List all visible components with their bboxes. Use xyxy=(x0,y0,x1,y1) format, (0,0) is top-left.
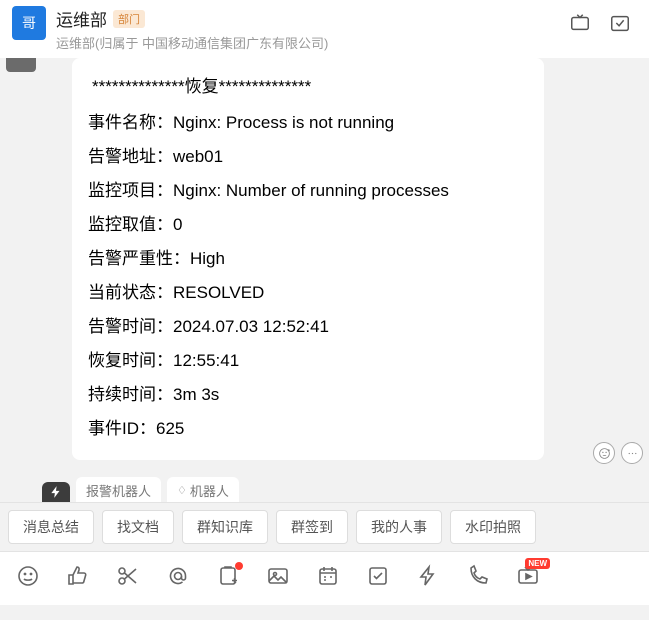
thumbs-up-icon[interactable] xyxy=(66,564,90,588)
field-label: 事件名称： xyxy=(88,113,173,132)
scissors-icon[interactable] xyxy=(116,564,140,588)
sender-avatar[interactable] xyxy=(6,58,36,72)
tag-label: 报警机器人 xyxy=(86,481,151,500)
field-value: web01 xyxy=(173,147,223,166)
tag-bot[interactable]: ♢机器人 xyxy=(167,477,239,502)
field-value: High xyxy=(190,249,225,268)
field-label: 事件ID： xyxy=(88,419,156,438)
message-bubble: **************恢复************** 事件名称：Ngin… xyxy=(72,58,544,460)
field-value: 0 xyxy=(173,215,182,234)
field-label: 告警地址： xyxy=(88,147,173,166)
field-label: 告警时间： xyxy=(88,317,173,336)
input-toolbar: NEW xyxy=(0,552,649,605)
quick-summary-button[interactable]: 消息总结 xyxy=(8,510,94,544)
bot-tags-row: 报警机器人 ♢机器人 xyxy=(0,474,649,502)
field-label: 监控取值： xyxy=(88,215,173,234)
field-value: 12:55:41 xyxy=(173,351,239,370)
quick-watermark-button[interactable]: 水印拍照 xyxy=(450,510,536,544)
field-value: Nginx: Number of running processes xyxy=(173,181,449,200)
quick-docs-button[interactable]: 找文档 xyxy=(102,510,174,544)
field-value: Nginx: Process is not running xyxy=(173,113,394,132)
tv-icon[interactable] xyxy=(569,12,591,34)
avatar[interactable]: 哥 xyxy=(12,6,46,40)
chat-area: **************恢复************** 事件名称：Ngin… xyxy=(0,58,649,468)
quick-hr-button[interactable]: 我的人事 xyxy=(356,510,442,544)
flash-tab[interactable] xyxy=(42,482,70,502)
emoji-reply-button[interactable] xyxy=(593,442,615,464)
field-label: 持续时间： xyxy=(88,385,173,404)
tag-label: 机器人 xyxy=(190,481,229,500)
field-label: 恢复时间： xyxy=(88,351,173,370)
field-label: 监控项目： xyxy=(88,181,173,200)
calendar-icon[interactable] xyxy=(316,564,340,588)
emoji-icon[interactable] xyxy=(16,564,40,588)
chat-header: 哥 运维部 部门 运维部(归属于 中国移动通信集团广东有限公司) xyxy=(0,0,649,58)
chat-subtitle: 运维部(归属于 中国移动通信集团广东有限公司) xyxy=(56,33,559,52)
phone-icon[interactable] xyxy=(466,564,490,588)
new-badge: NEW xyxy=(525,558,550,569)
more-reply-button[interactable] xyxy=(621,442,643,464)
field-value: RESOLVED xyxy=(173,283,264,302)
field-label: 告警严重性： xyxy=(88,249,190,268)
lightning-icon[interactable] xyxy=(416,564,440,588)
checklist-icon[interactable] xyxy=(366,564,390,588)
alert-title: **************恢复************** xyxy=(88,70,528,104)
tag-alarm-bot[interactable]: 报警机器人 xyxy=(76,477,161,502)
field-value: 625 xyxy=(156,419,184,438)
quick-checkin-button[interactable]: 群签到 xyxy=(276,510,348,544)
quick-knowledge-button[interactable]: 群知识库 xyxy=(182,510,268,544)
chat-title: 运维部 xyxy=(56,6,107,31)
red-dot-badge xyxy=(235,562,243,570)
dept-badge: 部门 xyxy=(113,10,145,28)
at-icon[interactable] xyxy=(166,564,190,588)
quick-actions-row: 消息总结 找文档 群知识库 群签到 我的人事 水印拍照 xyxy=(0,502,649,552)
field-value: 3m 3s xyxy=(173,385,219,404)
image-icon[interactable] xyxy=(266,564,290,588)
field-label: 当前状态： xyxy=(88,283,173,302)
field-value: 2024.07.03 12:52:41 xyxy=(173,317,329,336)
check-box-icon[interactable] xyxy=(609,12,631,34)
